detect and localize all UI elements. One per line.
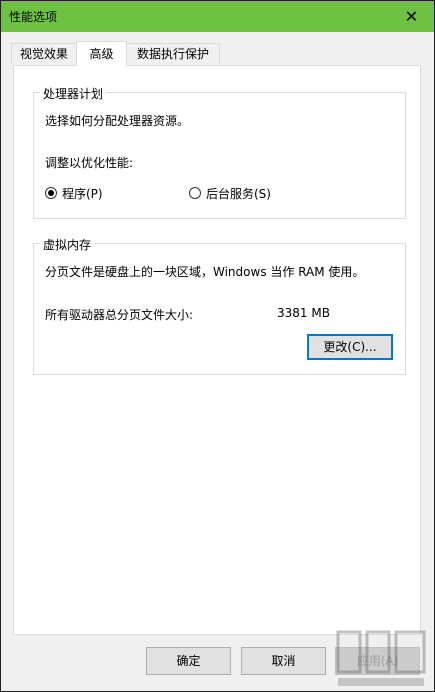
total-paging-file-value: 3381 MB xyxy=(277,306,330,320)
virtual-memory-group: 虚拟内存 分页文件是硬盘上的一块区域，Windows 当作 RAM 使用。 所有… xyxy=(33,236,406,375)
advanced-tab-panel: 处理器计划 选择如何分配处理器资源。 调整以优化性能: 程序(P) 后台服务(S… xyxy=(13,65,421,635)
programs-radio-label: 程序(P) xyxy=(62,187,103,201)
processor-description: 选择如何分配处理器资源。 xyxy=(45,114,190,128)
ok-button[interactable]: 确定 xyxy=(146,647,231,675)
window-title: 性能选项 xyxy=(9,10,58,24)
tab-data-execution-prevention[interactable]: 数据执行保护 xyxy=(126,43,220,64)
cancel-button[interactable]: 取消 xyxy=(241,647,326,675)
virtual-memory-description: 分页文件是硬盘上的一块区域，Windows 当作 RAM 使用。 xyxy=(45,265,365,279)
site-watermark-logo xyxy=(336,630,426,686)
processor-scheduling-group: 处理器计划 选择如何分配处理器资源。 调整以优化性能: 程序(P) 后台服务(S… xyxy=(33,85,406,219)
title-bar[interactable]: 性能选项 ✕ xyxy=(1,1,434,32)
programs-radio-option[interactable]: 程序(P) xyxy=(45,185,125,201)
background-services-radio[interactable] xyxy=(189,187,201,199)
tab-label: 高级 xyxy=(89,47,114,61)
processor-scheduling-legend: 处理器计划 xyxy=(40,85,107,102)
change-button[interactable]: 更改(C)... xyxy=(307,334,393,360)
tab-advanced[interactable]: 高级 xyxy=(76,41,127,66)
adjust-performance-label: 调整以优化性能: xyxy=(45,156,134,170)
virtual-memory-legend: 虚拟内存 xyxy=(40,236,95,253)
tab-label: 视觉效果 xyxy=(19,47,68,61)
background-services-radio-label: 后台服务(S) xyxy=(206,187,271,201)
tab-label: 数据执行保护 xyxy=(136,47,209,61)
performance-options-dialog: 性能选项 ✕ 视觉效果 高级 数据执行保护 处理器计划 选择如何分配处理器资源。… xyxy=(0,0,435,692)
close-icon: ✕ xyxy=(404,7,419,26)
background-services-radio-option[interactable]: 后台服务(S) xyxy=(189,185,299,201)
total-paging-file-label: 所有驱动器总分页文件大小: xyxy=(45,308,194,322)
tab-visual-effects[interactable]: 视觉效果 xyxy=(11,43,77,64)
programs-radio[interactable] xyxy=(45,187,57,199)
close-button[interactable]: ✕ xyxy=(389,1,434,32)
